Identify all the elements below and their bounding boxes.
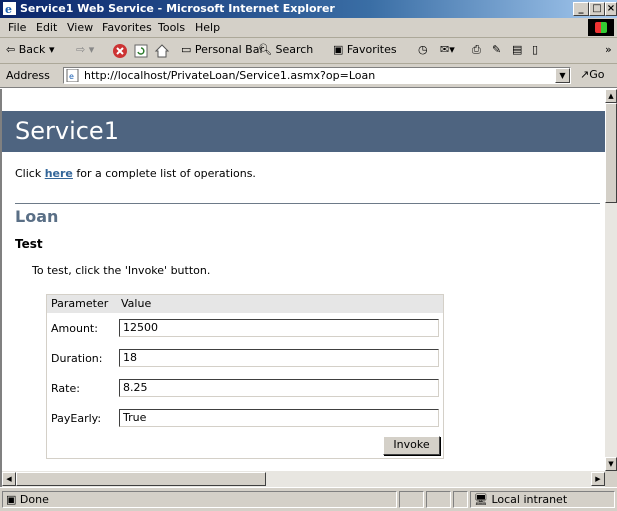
page-content: Service1 Click here for a complete list … <box>0 89 605 471</box>
scroll-left-icon[interactable]: ◀ <box>2 472 16 486</box>
forward-arrow-icon: ⇨ ▾ <box>76 43 95 56</box>
go-label: Go <box>589 68 605 81</box>
address-input[interactable]: e http://localhost/PrivateLoan/Service1.… <box>63 67 571 84</box>
status-pane-4 <box>453 491 468 508</box>
status-bar: ▣ Done 🖥︎ Local intranet <box>0 487 617 511</box>
param-label-duration: Duration: <box>51 352 103 365</box>
column-header-parameter: Parameter <box>51 297 109 310</box>
menu-tools[interactable]: Tools <box>158 21 185 34</box>
go-button[interactable]: ↗Go <box>580 68 604 81</box>
vertical-scroll-thumb[interactable] <box>605 103 617 203</box>
title-bar[interactable]: e Service1 Web Service - Microsoft Inter… <box>0 0 617 18</box>
menu-bar: File Edit View Favorites Tools Help <box>0 18 617 38</box>
close-button[interactable]: × <box>605 2 617 16</box>
menu-edit[interactable]: Edit <box>36 21 57 34</box>
search-label: Search <box>275 43 314 56</box>
operations-link[interactable]: here <box>45 167 73 180</box>
status-text: Done <box>19 493 49 506</box>
forward-button[interactable]: ⇨ ▾ <box>76 43 94 56</box>
param-label-amount: Amount: <box>51 322 98 335</box>
ie-logo-icon: e <box>3 2 16 15</box>
back-dropdown-icon: ▾ <box>48 43 55 56</box>
home-icon[interactable] <box>154 43 170 59</box>
go-arrow-icon: ↗ <box>580 68 590 81</box>
hint-prefix: Click <box>15 167 45 180</box>
toolbar: ⇦ Back ▾ ⇨ ▾ ▭ Personal Bar 🔍︎ Search ▣ … <box>0 38 617 64</box>
operations-hint: Click here for a complete list of operat… <box>15 167 256 180</box>
messenger-icon[interactable]: ▯ <box>532 43 538 56</box>
status-zone-pane: 🖥︎ Local intranet <box>470 491 615 508</box>
favorites-button[interactable]: ▣ Favorites <box>333 43 397 56</box>
favorites-label: Favorites <box>346 43 397 56</box>
svg-text:e: e <box>5 3 12 15</box>
maximize-button[interactable]: □ <box>589 2 605 16</box>
stop-icon[interactable] <box>112 43 128 59</box>
refresh-icon[interactable] <box>133 43 149 59</box>
status-pane-main: ▣ Done <box>2 491 397 508</box>
test-instructions: To test, click the 'Invoke' button. <box>32 264 211 277</box>
vertical-scrollbar[interactable]: ▲ ▼ <box>605 89 617 471</box>
personal-bar-icon: ▭ <box>181 43 192 56</box>
status-pane-3 <box>426 491 451 508</box>
param-label-rate: Rate: <box>51 382 80 395</box>
column-header-value: Value <box>121 297 152 310</box>
search-button[interactable]: 🔍︎ Search <box>258 43 313 56</box>
back-button[interactable]: ⇦ Back ▾ <box>6 43 54 56</box>
intranet-icon: 🖥︎ <box>474 493 488 506</box>
menu-favorites[interactable]: Favorites <box>102 21 152 34</box>
page-heading-banner: Service1 <box>2 111 605 152</box>
status-page-icon: ▣ <box>6 493 17 506</box>
window-title: Service1 Web Service - Microsoft Interne… <box>20 2 335 15</box>
edit-icon[interactable]: ✎ <box>492 43 501 56</box>
toolbar-more[interactable]: » <box>605 43 612 56</box>
svg-text:e: e <box>69 72 74 81</box>
parameter-table: Parameter Value Amount: 12500 Duration: … <box>46 294 444 459</box>
scroll-right-icon[interactable]: ▶ <box>591 472 605 486</box>
discuss-icon[interactable]: ▤ <box>512 43 522 56</box>
scrollbar-corner <box>605 471 617 487</box>
scroll-up-icon[interactable]: ▲ <box>605 89 617 103</box>
status-pane-2 <box>399 491 424 508</box>
back-arrow-icon: ⇦ <box>6 43 16 56</box>
table-header: Parameter Value <box>47 295 443 313</box>
param-label-payearly: PayEarly: <box>51 412 102 425</box>
menu-help[interactable]: Help <box>195 21 220 34</box>
status-zone-text: Local intranet <box>491 493 568 506</box>
horizontal-scrollbar[interactable]: ◀ ▶ <box>0 471 605 487</box>
back-label: Back <box>18 43 46 56</box>
rate-input[interactable]: 8.25 <box>119 379 439 397</box>
address-dropdown-icon[interactable]: ▼ <box>555 68 570 83</box>
address-url: http://localhost/PrivateLoan/Service1.as… <box>84 69 376 82</box>
mail-icon[interactable]: ✉▾ <box>440 43 455 56</box>
print-icon[interactable]: ⎙ <box>472 43 481 57</box>
test-heading: Test <box>15 237 43 251</box>
history-icon[interactable]: ◷ <box>418 43 428 56</box>
favorites-icon: ▣ <box>333 43 344 56</box>
address-label: Address <box>6 69 50 82</box>
hint-suffix: for a complete list of operations. <box>72 167 256 180</box>
scroll-down-icon[interactable]: ▼ <box>605 457 617 471</box>
personal-bar-button[interactable]: ▭ Personal Bar <box>181 43 264 56</box>
address-bar: Address e http://localhost/PrivateLoan/S… <box>0 64 617 88</box>
amount-input[interactable]: 12500 <box>119 319 439 337</box>
page-icon: e <box>66 69 79 82</box>
menu-view[interactable]: View <box>67 21 93 34</box>
horizontal-scroll-thumb[interactable] <box>16 472 266 486</box>
invoke-button[interactable]: Invoke <box>383 436 440 455</box>
duration-input[interactable]: 18 <box>119 349 439 367</box>
windows-logo-icon <box>588 19 614 36</box>
search-icon: 🔍︎ <box>258 43 272 56</box>
minimize-button[interactable]: _ <box>573 2 589 16</box>
page-title: Service1 <box>15 117 119 145</box>
divider <box>15 203 600 204</box>
payearly-input[interactable]: True <box>119 409 439 427</box>
personal-bar-label: Personal Bar <box>194 43 264 56</box>
operation-name: Loan <box>15 207 59 226</box>
menu-file[interactable]: File <box>8 21 26 34</box>
